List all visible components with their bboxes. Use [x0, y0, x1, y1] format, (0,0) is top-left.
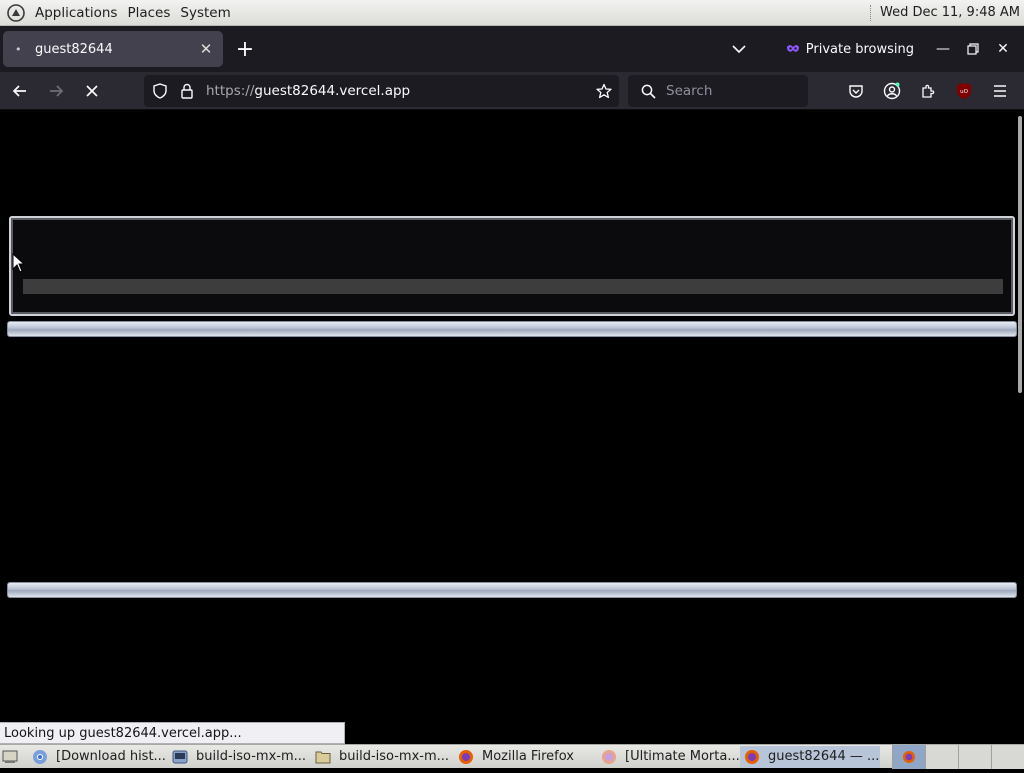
- clock[interactable]: Wed Dec 11, 9:48 AM: [880, 5, 1024, 20]
- firefox-icon: [903, 750, 915, 763]
- navigation-toolbar: https://guest82644.vercel.app uO: [0, 72, 1024, 110]
- workspace-3[interactable]: [958, 744, 991, 769]
- tracking-protection-shield-icon[interactable]: [149, 83, 171, 99]
- taskbar-item-build-iso-2[interactable]: build-iso-mx-m...: [311, 746, 454, 768]
- taskbar-item-guest82644[interactable]: guest82644 — ...: [740, 745, 880, 768]
- account-icon: [883, 82, 901, 100]
- workspace-1[interactable]: [892, 744, 925, 769]
- taskbar-item-mozilla-firefox[interactable]: Mozilla Firefox: [454, 746, 597, 768]
- page-scrollbar[interactable]: [1018, 116, 1022, 393]
- extensions-button[interactable]: [913, 76, 943, 106]
- minimize-button[interactable]: —: [928, 34, 958, 64]
- close-tab-icon[interactable]: ✕: [197, 40, 215, 58]
- arrow-left-icon: [12, 84, 26, 97]
- bookmark-star-icon[interactable]: [589, 83, 619, 99]
- taskbar: [Download hist... build-iso-mx-m... buil…: [0, 744, 1024, 769]
- back-button[interactable]: [4, 75, 36, 107]
- taskbar-item-build-iso-1[interactable]: build-iso-mx-m...: [168, 746, 311, 768]
- restore-button[interactable]: [958, 34, 988, 64]
- pocket-button[interactable]: [841, 76, 871, 106]
- private-mask-icon: [786, 45, 799, 52]
- status-panel: Looking up guest82644.vercel.app...: [0, 722, 345, 744]
- chevron-down-icon: [732, 45, 746, 54]
- tab-title: guest82644: [35, 41, 113, 57]
- firefox-icon: [458, 749, 474, 765]
- panel-separator: [869, 4, 872, 21]
- account-button[interactable]: [877, 76, 907, 106]
- folder-icon: [315, 749, 331, 765]
- taskbar-item-download-history[interactable]: [Download hist...: [28, 746, 168, 768]
- private-browsing-indicator: Private browsing: [786, 42, 914, 57]
- forward-button[interactable]: [40, 75, 72, 107]
- top-panel: Applications Places System Wed Dec 11, 9…: [0, 0, 1024, 26]
- pocket-icon: [849, 85, 863, 98]
- private-browsing-label: Private browsing: [805, 41, 914, 57]
- app-menu-button[interactable]: [985, 76, 1015, 106]
- show-desktop-button[interactable]: [0, 746, 28, 768]
- places-menu[interactable]: Places: [122, 5, 175, 21]
- mouse-cursor: [12, 252, 26, 277]
- new-tab-button[interactable]: +: [229, 33, 261, 65]
- applications-menu[interactable]: Applications: [30, 5, 122, 21]
- ublock-shield-icon: uO: [957, 83, 971, 99]
- stop-x-icon: [86, 84, 98, 97]
- mx-logo-icon[interactable]: [6, 3, 26, 23]
- workspace-switcher: [892, 744, 1024, 769]
- close-window-button[interactable]: ✕: [988, 34, 1018, 64]
- puzzle-icon: [922, 84, 935, 98]
- url-text[interactable]: https://guest82644.vercel.app: [206, 83, 589, 99]
- svg-text:uO: uO: [960, 89, 968, 95]
- terminal-icon: [172, 749, 188, 765]
- firefox-icon: [601, 749, 617, 765]
- ublock-origin-button[interactable]: uO: [949, 76, 979, 106]
- hamburger-menu-icon: [994, 85, 1006, 97]
- taskbar-item-label: [Ultimate Morta...: [625, 749, 740, 764]
- stop-loading-button[interactable]: [76, 75, 108, 107]
- taskbar-item-label: [Download hist...: [56, 749, 166, 764]
- chromium-icon: [32, 749, 48, 765]
- list-all-tabs-button[interactable]: [724, 44, 754, 54]
- lock-icon[interactable]: [176, 83, 198, 99]
- loading-panel: [9, 216, 1015, 316]
- url-host: guest82644.vercel.app: [254, 83, 411, 99]
- taskbar-item-label: Mozilla Firefox: [482, 749, 574, 764]
- taskbar-item-ultimate-mortal[interactable]: [Ultimate Morta...: [597, 746, 740, 768]
- workspace-2[interactable]: [925, 744, 958, 769]
- metallic-divider-top: [7, 321, 1017, 337]
- restore-icon: [967, 43, 979, 55]
- desktop-icon: [2, 749, 18, 765]
- search-bar[interactable]: [628, 75, 808, 107]
- metallic-divider-bottom: [7, 582, 1017, 598]
- tab-loading-dot-icon: •: [15, 42, 22, 56]
- page-content: [0, 111, 1024, 743]
- tab-guest82644[interactable]: • guest82644 ✕: [3, 31, 223, 67]
- url-bar[interactable]: https://guest82644.vercel.app: [144, 75, 619, 107]
- url-protocol: https://: [206, 83, 255, 99]
- tab-bar: • guest82644 ✕ + Private browsing — ✕: [0, 26, 1024, 72]
- workspace-4[interactable]: [991, 744, 1024, 769]
- taskbar-item-label: guest82644 — ...: [768, 749, 880, 764]
- taskbar-item-label: build-iso-mx-m...: [339, 749, 450, 764]
- arrow-right-icon: [50, 84, 64, 97]
- loading-bar-track: [23, 279, 1003, 294]
- firefox-icon: [744, 749, 760, 765]
- search-icon: [636, 84, 660, 99]
- search-input[interactable]: [666, 83, 806, 99]
- taskbar-item-label: build-iso-mx-m...: [196, 749, 307, 764]
- system-menu[interactable]: System: [175, 5, 235, 21]
